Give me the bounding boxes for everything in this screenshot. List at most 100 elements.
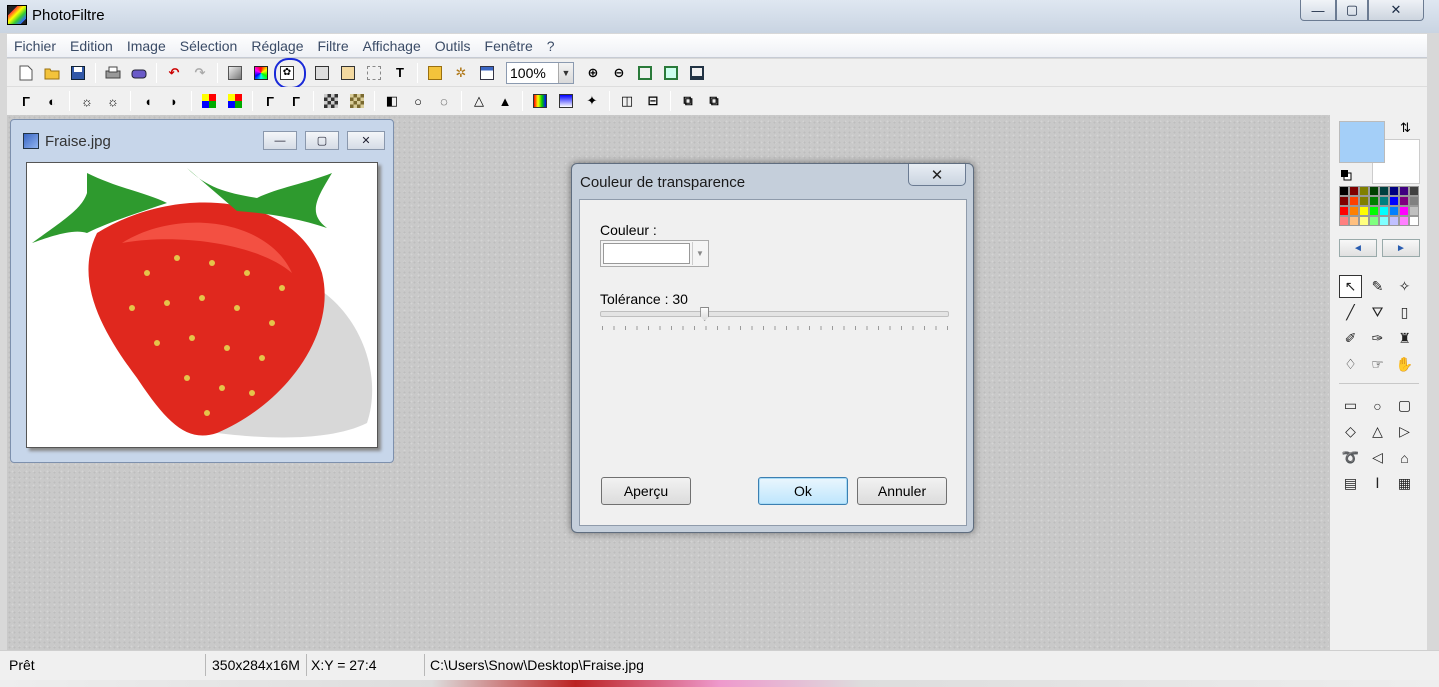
rotate-90-icon[interactable]: ⊟ (642, 90, 664, 112)
menu-selection[interactable]: Sélection (173, 38, 245, 54)
auto-contrast-icon[interactable]: ◐ (41, 90, 63, 112)
palette-color-swatch[interactable] (1379, 196, 1389, 206)
line-tool-icon[interactable]: ╱ (1339, 301, 1362, 324)
save-icon[interactable] (67, 62, 89, 84)
new-file-icon[interactable] (15, 62, 37, 84)
palette-color-swatch[interactable] (1379, 186, 1389, 196)
right-triangle-icon[interactable]: ▷ (1393, 420, 1416, 443)
menu-reglage[interactable]: Réglage (244, 38, 310, 54)
palette-color-swatch[interactable] (1389, 216, 1399, 226)
couleur-select[interactable]: ▼ (600, 240, 709, 267)
palette-color-swatch[interactable] (1369, 216, 1379, 226)
scan-icon[interactable] (128, 62, 150, 84)
tolerance-slider[interactable] (600, 311, 949, 317)
palette-color-swatch[interactable] (1379, 216, 1389, 226)
crop-icon[interactable] (363, 62, 385, 84)
menu-affichage[interactable]: Affichage (356, 38, 428, 54)
width-icon[interactable]: ▤ (1339, 472, 1362, 495)
zoom-out-icon[interactable]: ⊖ (608, 62, 630, 84)
ok-button[interactable]: Ok (758, 477, 848, 505)
apercu-button[interactable]: Aperçu (601, 477, 691, 505)
menu-edition[interactable]: Edition (63, 38, 120, 54)
saturation-up-icon[interactable] (224, 90, 246, 112)
dialog-close-button[interactable]: ✕ (908, 164, 966, 186)
mirror-icon[interactable]: ◫ (616, 90, 638, 112)
minimize-button[interactable]: — (1300, 0, 1336, 21)
palette-color-swatch[interactable] (1359, 186, 1369, 196)
palette-color-swatch[interactable] (1409, 216, 1419, 226)
chevron-down-icon[interactable]: ▼ (558, 62, 573, 83)
rotate-icon[interactable]: ✦ (581, 90, 603, 112)
image-close-button[interactable]: ✕ (347, 131, 385, 150)
foreground-color-swatch[interactable] (1339, 121, 1385, 163)
plugins-icon[interactable]: ✲ (450, 62, 472, 84)
palette-prev-button[interactable]: ◄ (1339, 239, 1377, 257)
palette-color-swatch[interactable] (1359, 196, 1369, 206)
palette-color-swatch[interactable] (1339, 196, 1349, 206)
text-tool-icon[interactable]: T (389, 62, 411, 84)
image-canvas[interactable] (26, 162, 378, 448)
palette-color-swatch[interactable] (1339, 206, 1349, 216)
window-icon[interactable] (476, 62, 498, 84)
explorer-icon[interactable] (424, 62, 446, 84)
hand-icon[interactable]: ✋ (1393, 353, 1416, 376)
triangle-icon[interactable]: △ (1366, 420, 1389, 443)
palette-color-swatch[interactable] (1379, 206, 1389, 216)
blur-more-icon[interactable]: ◌ (433, 90, 455, 112)
palette-color-swatch[interactable] (1349, 216, 1359, 226)
palette-color-swatch[interactable] (1359, 216, 1369, 226)
palette-color-swatch[interactable] (1409, 186, 1419, 196)
grayscale-icon[interactable] (320, 90, 342, 112)
color-mode-icon[interactable] (250, 62, 272, 84)
palette-color-swatch[interactable] (1369, 186, 1379, 196)
maximize-button[interactable]: ▢ (1336, 0, 1368, 21)
image-window[interactable]: Fraise.jpg — ▢ ✕ (10, 119, 394, 463)
palette-color-swatch[interactable] (1339, 186, 1349, 196)
tolerance-slider-thumb[interactable] (700, 307, 710, 321)
zoom-select[interactable]: 100% ▼ (506, 61, 574, 84)
eyedropper-icon[interactable]: ✎ (1366, 275, 1389, 298)
image-maximize-button[interactable]: ▢ (305, 131, 339, 150)
palette-color-swatch[interactable] (1369, 196, 1379, 206)
fit-window-icon[interactable] (634, 62, 656, 84)
palette-color-swatch[interactable] (1399, 186, 1409, 196)
palette-color-swatch[interactable] (1389, 186, 1399, 196)
chevron-down-icon[interactable]: ▼ (692, 242, 707, 265)
image-resize-icon[interactable] (311, 62, 333, 84)
palette-color-swatch[interactable] (1399, 216, 1409, 226)
smudge-icon[interactable]: ☞ (1366, 353, 1389, 376)
actual-size-icon[interactable] (660, 62, 682, 84)
antialias-icon[interactable]: ◧ (381, 90, 403, 112)
menu-help[interactable]: ? (540, 38, 562, 54)
palette-color-swatch[interactable] (1389, 196, 1399, 206)
rectangle-icon[interactable]: ▭ (1339, 394, 1362, 417)
palette-color-swatch[interactable] (1399, 196, 1409, 206)
palette-color-swatch[interactable] (1339, 216, 1349, 226)
paste-layer-icon[interactable]: ⧉ (703, 90, 725, 112)
swap-colors-icon[interactable]: ⇅ (1400, 120, 1411, 136)
flip-vertical-icon[interactable] (555, 90, 577, 112)
palette-color-swatch[interactable] (1369, 206, 1379, 216)
ellipse-icon[interactable]: ○ (1366, 394, 1389, 417)
gamma-up-icon[interactable]: Γ (285, 90, 307, 112)
menu-fenetre[interactable]: Fenêtre (478, 38, 540, 54)
reset-colors-icon[interactable] (1340, 168, 1352, 181)
contrast-up-icon[interactable]: ◗ (163, 90, 185, 112)
contrast-down-icon[interactable]: ◖ (137, 90, 159, 112)
undo-icon[interactable]: ↶ (163, 62, 185, 84)
menu-outils[interactable]: Outils (428, 38, 478, 54)
brush-icon[interactable]: ✐ (1339, 327, 1362, 350)
rounded-rect-icon[interactable]: ▢ (1393, 394, 1416, 417)
menu-filtre[interactable]: Filtre (311, 38, 356, 54)
palette-color-swatch[interactable] (1399, 206, 1409, 216)
transparency-color-icon[interactable]: ✿ (276, 62, 298, 84)
annuler-button[interactable]: Annuler (857, 477, 947, 505)
gamma-down-icon[interactable]: Γ (259, 90, 281, 112)
height-icon[interactable]: Ⅰ (1366, 472, 1389, 495)
flip-horizontal-icon[interactable] (529, 90, 551, 112)
palette-color-swatch[interactable] (1349, 196, 1359, 206)
brightness-down-icon[interactable]: ☼ (76, 90, 98, 112)
gradient-icon[interactable] (224, 62, 246, 84)
sharpen-icon[interactable]: △ (468, 90, 490, 112)
palette-color-swatch[interactable] (1359, 206, 1369, 216)
